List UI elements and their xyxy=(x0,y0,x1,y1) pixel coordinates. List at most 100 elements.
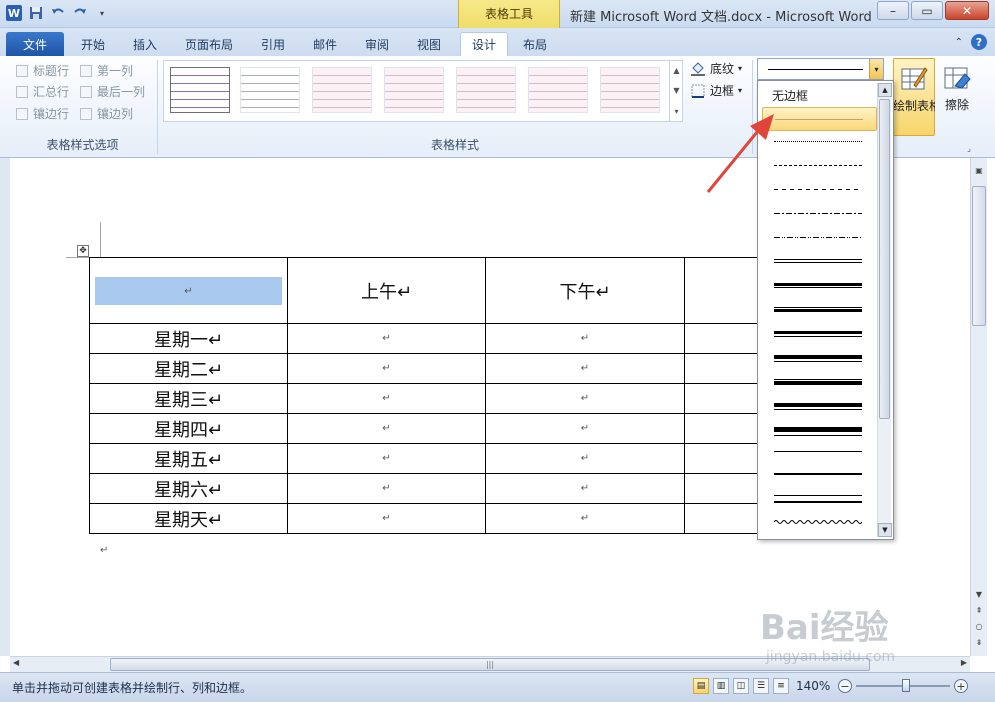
customize-qat-icon[interactable]: ▾ xyxy=(94,5,110,21)
full-screen-reading-icon[interactable]: ▥ xyxy=(713,678,729,694)
table-cell[interactable]: ↵ xyxy=(485,353,685,384)
minimize-ribbon-icon[interactable]: ⌃ xyxy=(955,37,963,48)
scroll-thumb[interactable] xyxy=(879,99,890,419)
table-cell[interactable]: ↵ xyxy=(287,473,486,504)
tab-page-layout[interactable]: 页面布局 xyxy=(176,32,242,56)
redo-icon[interactable] xyxy=(72,5,88,21)
line-option-emboss[interactable] xyxy=(774,473,862,477)
table-cell[interactable]: 星期五↵ xyxy=(89,443,288,474)
print-layout-icon[interactable]: ▤ xyxy=(693,678,709,694)
zoom-out-button[interactable]: − xyxy=(838,679,852,693)
close-button[interactable]: ✕ xyxy=(945,1,989,20)
gallery-up-icon[interactable]: ▲ xyxy=(673,66,679,75)
table-cell[interactable]: ↵ xyxy=(485,503,685,534)
table-cell[interactable]: ↵ xyxy=(287,413,486,444)
line-option-thin-thick-thin-large[interactable] xyxy=(774,427,862,436)
horizontal-scroll-thumb[interactable]: ||| xyxy=(110,658,870,671)
tab-references[interactable]: 引用 xyxy=(250,32,296,56)
table-cell[interactable]: 星期四↵ xyxy=(89,413,288,444)
table-style-plain[interactable] xyxy=(240,67,300,113)
table-cell[interactable]: ↵ xyxy=(287,353,486,384)
checkbox-total-row[interactable]: 汇总行 xyxy=(16,83,69,100)
table-style-light-3[interactable] xyxy=(456,67,516,113)
gallery-down-icon[interactable]: ▼ xyxy=(673,86,679,95)
table-cell[interactable]: ↵ xyxy=(287,503,486,534)
table-cell[interactable]: ↵ xyxy=(485,383,685,414)
line-option-single-lower[interactable] xyxy=(774,451,862,452)
tab-file[interactable]: 文件 xyxy=(6,32,64,56)
zoom-level[interactable]: 140% xyxy=(796,679,830,693)
scroll-left-icon[interactable]: ◀ xyxy=(13,658,19,667)
dialog-launcher-icon[interactable]: ⌟ xyxy=(962,144,976,153)
checkbox-banded-columns[interactable]: 镶边列 xyxy=(80,105,133,122)
line-style-combo[interactable]: ▾ xyxy=(757,58,884,80)
table-cell[interactable]: ↵ xyxy=(485,443,685,474)
scroll-down-icon[interactable]: ▼ xyxy=(878,523,892,537)
table-cell[interactable]: 星期三↵ xyxy=(89,383,288,414)
draw-table-button[interactable]: 绘制表格 xyxy=(893,58,935,136)
help-icon[interactable]: ? xyxy=(971,34,987,50)
line-option-dotted[interactable] xyxy=(774,141,862,142)
tab-layout[interactable]: 布局 xyxy=(512,32,558,56)
word-logo-icon[interactable]: W xyxy=(6,5,22,21)
eraser-button[interactable]: 擦除 xyxy=(938,58,976,136)
borders-button[interactable]: 边框 ▾ xyxy=(690,82,742,99)
table-cell[interactable]: ↵ xyxy=(287,323,486,354)
dropdown-scrollbar[interactable]: ▲ ▼ xyxy=(877,83,892,537)
line-option-triple[interactable] xyxy=(774,283,862,288)
table-style-grid[interactable] xyxy=(170,67,230,113)
tab-home[interactable]: 开始 xyxy=(70,32,116,56)
line-option-dash-dot[interactable] xyxy=(774,213,862,214)
table-cell[interactable]: ↵ xyxy=(485,413,685,444)
table-cell[interactable]: ↵ xyxy=(485,473,685,504)
draft-icon[interactable]: ≡ xyxy=(773,678,789,694)
line-option-dash-dot-dot[interactable] xyxy=(774,237,862,238)
line-option-double[interactable] xyxy=(774,259,862,263)
undo-icon[interactable] xyxy=(50,5,66,21)
scroll-down-icon[interactable]: ▼ xyxy=(973,590,985,599)
tab-mailings[interactable]: 邮件 xyxy=(302,32,348,56)
line-option-thin-thick-thin[interactable] xyxy=(774,355,862,362)
line-option-thick-thin[interactable] xyxy=(774,331,862,337)
table-style-light-4[interactable] xyxy=(528,67,588,113)
table-cell[interactable]: ↵ xyxy=(89,257,288,324)
minimize-button[interactable]: – xyxy=(877,1,909,20)
maximize-button[interactable]: ▭ xyxy=(911,1,943,20)
checkbox-last-column[interactable]: 最后一列 xyxy=(80,83,145,100)
gallery-more-icon[interactable]: ▾ xyxy=(674,107,678,116)
line-option-dash-small[interactable] xyxy=(774,165,862,166)
vertical-scrollbar[interactable]: ▣ ▼ ⇞ ○ ⇟ xyxy=(970,158,987,656)
table-style-light-1[interactable] xyxy=(312,67,372,113)
zoom-slider-knob[interactable] xyxy=(902,679,910,692)
table-cell[interactable]: 星期天↵ xyxy=(89,503,288,534)
save-icon[interactable] xyxy=(28,5,44,21)
checkbox-first-column[interactable]: 第一列 xyxy=(80,62,133,79)
vertical-scroll-thumb[interactable] xyxy=(972,186,986,326)
table-cell[interactable]: 星期六↵ xyxy=(89,473,288,504)
table-cell[interactable]: 星期一↵ xyxy=(89,323,288,354)
line-option-dash[interactable] xyxy=(774,189,862,190)
line-option-thick-thin-large[interactable] xyxy=(774,403,862,410)
table-cell[interactable]: ↵ xyxy=(287,443,486,474)
checkbox-header-row[interactable]: 标题行 xyxy=(16,62,69,79)
table-cell[interactable]: 下午↵ xyxy=(485,257,685,324)
outline-icon[interactable]: ☰ xyxy=(753,678,769,694)
line-option-thin-thick-large[interactable] xyxy=(774,379,862,385)
table-cell[interactable]: 星期二↵ xyxy=(89,353,288,384)
table-style-light-5[interactable] xyxy=(600,67,660,113)
web-layout-icon[interactable]: ◫ xyxy=(733,678,749,694)
table-cell[interactable]: ↵ xyxy=(485,323,685,354)
scroll-up-icon[interactable]: ▲ xyxy=(878,83,892,97)
ruler-toggle-icon[interactable]: ▣ xyxy=(973,166,985,175)
tab-insert[interactable]: 插入 xyxy=(122,32,168,56)
tab-design[interactable]: 设计 xyxy=(460,32,508,56)
no-border-option[interactable]: 无边框 xyxy=(772,87,808,104)
line-option-engrave[interactable] xyxy=(774,495,862,503)
table-cell[interactable]: 上午↵ xyxy=(287,257,486,324)
shading-button[interactable]: 底纹 ▾ xyxy=(690,60,742,77)
table-style-light-2[interactable] xyxy=(384,67,444,113)
line-option-thin-thick[interactable] xyxy=(774,307,862,312)
combo-dropdown-icon[interactable]: ▾ xyxy=(869,59,883,79)
tab-view[interactable]: 视图 xyxy=(406,32,452,56)
table-cell[interactable]: ↵ xyxy=(287,383,486,414)
